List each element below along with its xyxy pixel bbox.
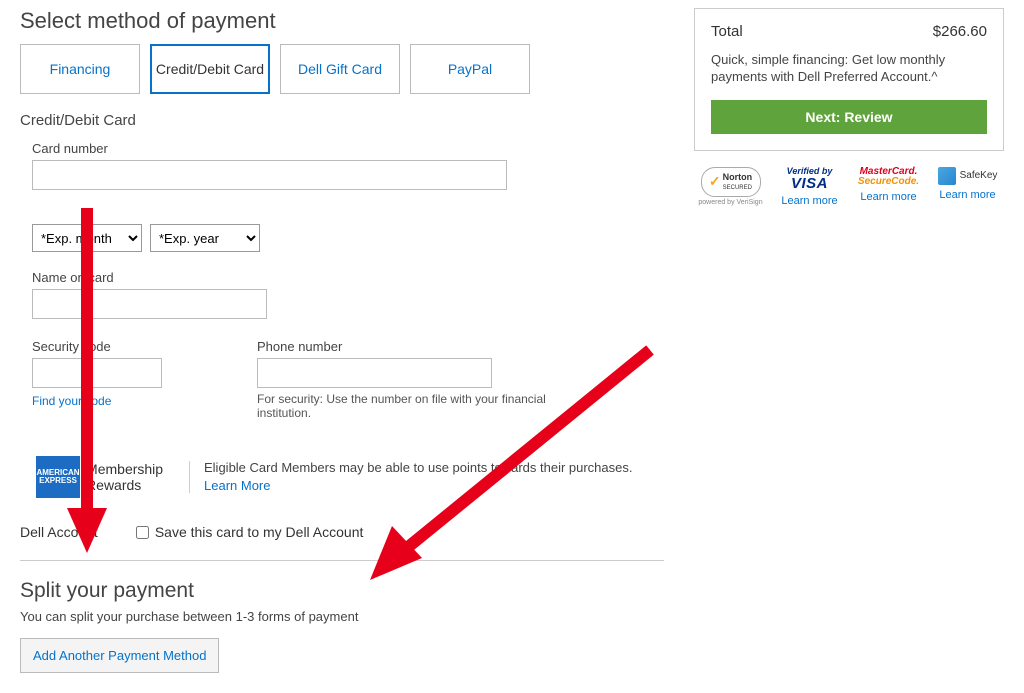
name-on-card-input[interactable] [32,289,267,319]
save-card-label: Save this card to my Dell Account [155,524,364,540]
tab-financing[interactable]: Financing [20,44,140,94]
norton-secured-icon: NortonSECURED [701,167,761,197]
exp-month-select[interactable]: *Exp. month [32,224,142,252]
exp-year-select[interactable]: *Exp. year [150,224,260,252]
order-summary-box: Total $266.60 Quick, simple financing: G… [694,8,1004,151]
norton-subtext: powered by VeriSign [698,199,762,206]
dell-account-label: Dell Account [20,524,98,540]
security-code-input[interactable] [32,358,162,388]
card-number-input[interactable] [32,160,507,190]
payment-tabs: Financing Credit/Debit Card Dell Gift Ca… [20,44,664,94]
payment-heading: Select method of payment [20,8,664,34]
amex-logo-icon: AMERICAN EXPRESS [36,456,80,498]
split-payment-desc: You can split your purchase between 1-3 … [20,609,664,624]
section-divider [20,560,664,561]
phone-number-input[interactable] [257,358,492,388]
tab-credit-debit[interactable]: Credit/Debit Card [150,44,270,94]
safekey-icon: SafeKey [938,167,998,185]
mastercard-securecode-icon: MasterCard. SecureCode. [858,167,919,187]
phone-number-label: Phone number [257,339,557,354]
safekey-learn-more-link[interactable]: Learn more [939,189,995,201]
save-card-checkbox[interactable] [136,526,149,539]
trust-badges-row: NortonSECURED powered by VeriSign Verifi… [694,167,1004,207]
next-review-button[interactable]: Next: Review [711,100,987,134]
split-payment-heading: Split your payment [20,579,664,603]
add-payment-method-button[interactable]: Add Another Payment Method [20,638,219,673]
membership-rewards-label: Membership Rewards [86,461,190,493]
financing-blurb: Quick, simple financing: Get low monthly… [711,52,987,86]
phone-hint: For security: Use the number on file wit… [257,392,557,420]
tab-paypal[interactable]: PayPal [410,44,530,94]
total-value: $266.60 [933,23,987,40]
amex-learn-more-link[interactable]: Learn More [204,478,270,493]
total-label: Total [711,23,743,40]
tab-gift-card[interactable]: Dell Gift Card [280,44,400,94]
card-section-label: Credit/Debit Card [20,112,664,129]
card-number-label: Card number [32,141,664,156]
msc-learn-more-link[interactable]: Learn more [860,191,916,203]
name-on-card-label: Name on card [32,270,664,285]
amex-description: Eligible Card Members may be able to use… [204,459,664,495]
find-your-code-link[interactable]: Find your code [32,394,167,408]
vbv-learn-more-link[interactable]: Learn more [781,195,837,207]
security-code-label: Security code [32,339,167,354]
verified-by-visa-icon: Verified by VISA [787,167,833,191]
